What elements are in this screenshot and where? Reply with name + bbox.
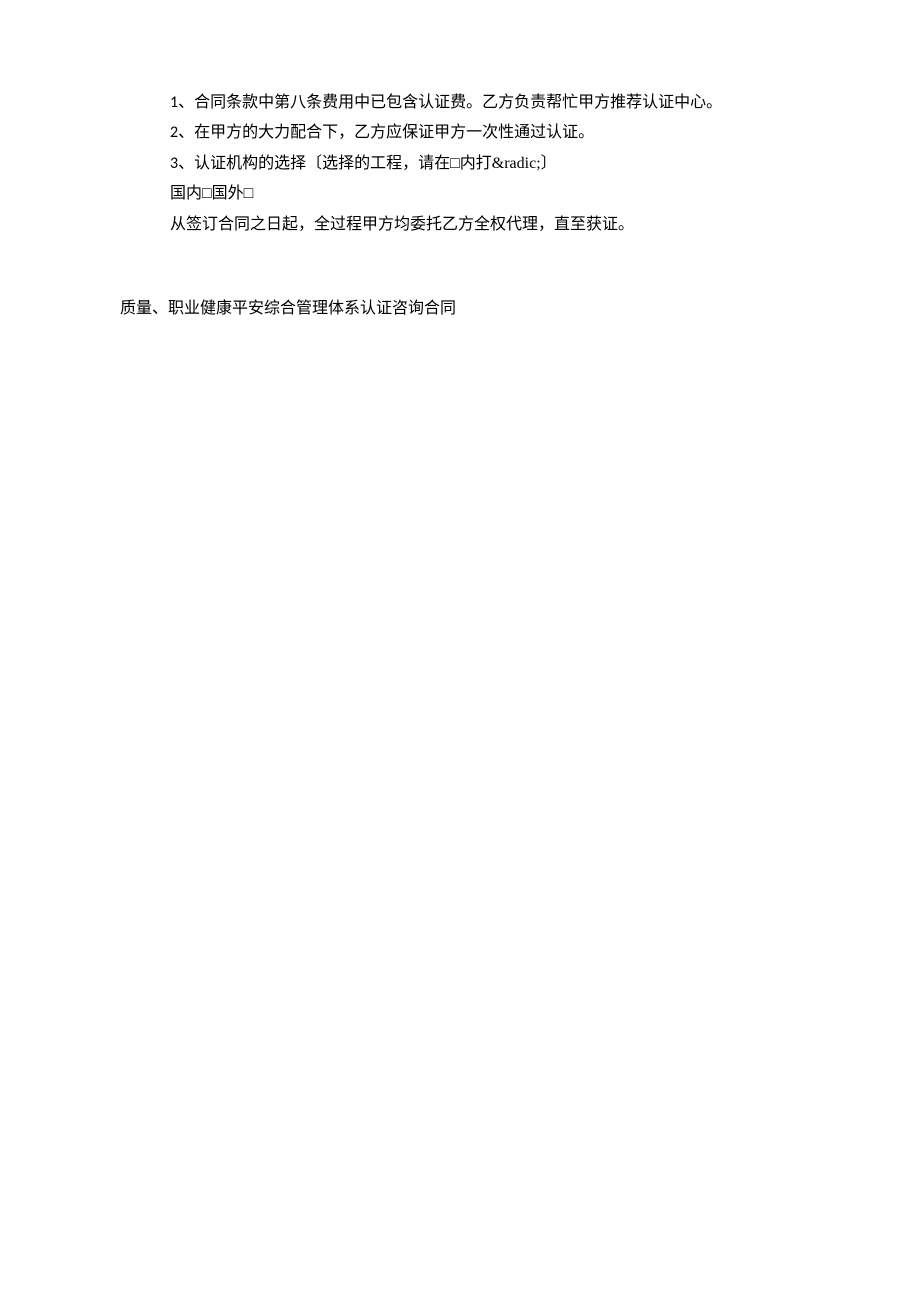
paragraph-3-text: 、认证机构的选择〔选择的工程，请在□内打&radic;〕 [178,155,557,172]
paragraph-5-text: 从签订合同之日起，全过程甲方均委托乙方全权代理，直至获证。 [170,216,634,233]
paragraph-3-number: 3 [170,154,178,173]
paragraph-4: 国内□国外□ [120,179,840,209]
paragraph-3: 3、认证机构的选择〔选择的工程，请在□内打&radic;〕 [120,149,840,179]
footer-title: 质量、职业健康平安综合管理体系认证咨询合同 [120,294,840,324]
paragraph-2-number: 2 [170,123,178,142]
footer-title-text: 质量、职业健康平安综合管理体系认证咨询合同 [120,300,456,317]
paragraph-1: 1、合同条款中第八条费用中已包含认证费。乙方负责帮忙甲方推荐认证中心。 [120,88,840,118]
paragraph-2-text: 、在甲方的大力配合下，乙方应保证甲方一次性通过认证。 [178,124,594,141]
paragraph-5: 从签订合同之日起，全过程甲方均委托乙方全权代理，直至获证。 [120,210,840,240]
paragraph-2: 2、在甲方的大力配合下，乙方应保证甲方一次性通过认证。 [120,118,840,148]
paragraph-1-text: 、合同条款中第八条费用中已包含认证费。乙方负责帮忙甲方推荐认证中心。 [178,94,722,111]
paragraph-4-text: 国内□国外□ [170,185,253,202]
paragraph-1-number: 1 [170,93,178,112]
